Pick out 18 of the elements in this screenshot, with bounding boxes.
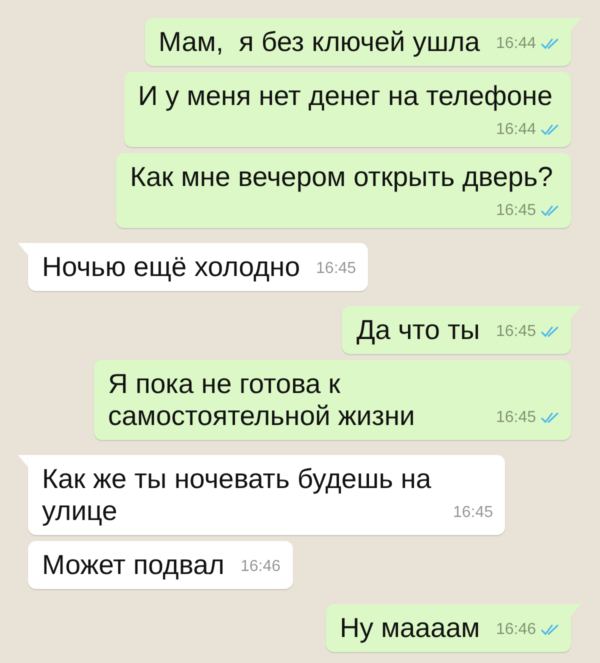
message-time: 16:45: [496, 409, 536, 427]
message-time: 16:45: [316, 260, 356, 278]
message-time: 16:44: [496, 35, 536, 53]
message-text: Я пока не готова к самостоятельной жизни: [108, 368, 415, 431]
message-text: Ночью ещё холодно: [42, 251, 300, 282]
message-time: 16:45: [496, 323, 536, 341]
message-text: Может подвал: [42, 549, 224, 580]
message-text: Мам, я без ключей ушла: [158, 26, 480, 57]
message-time: 16:44: [496, 121, 536, 139]
message-text: Ну маааам: [340, 612, 480, 643]
message-time: 16:46: [240, 558, 281, 576]
message-time: 16:45: [496, 202, 536, 220]
message-text: Как мне вечером открыть дверь?: [130, 161, 553, 192]
message-time: 16:46: [496, 621, 536, 639]
message-text: И у меня нет денег на телефоне: [138, 80, 553, 111]
message-text: Да что ты: [356, 314, 480, 345]
message-text: Как же ты ночевать будешь на улице: [42, 463, 432, 526]
message-time: 16:45: [452, 504, 493, 522]
